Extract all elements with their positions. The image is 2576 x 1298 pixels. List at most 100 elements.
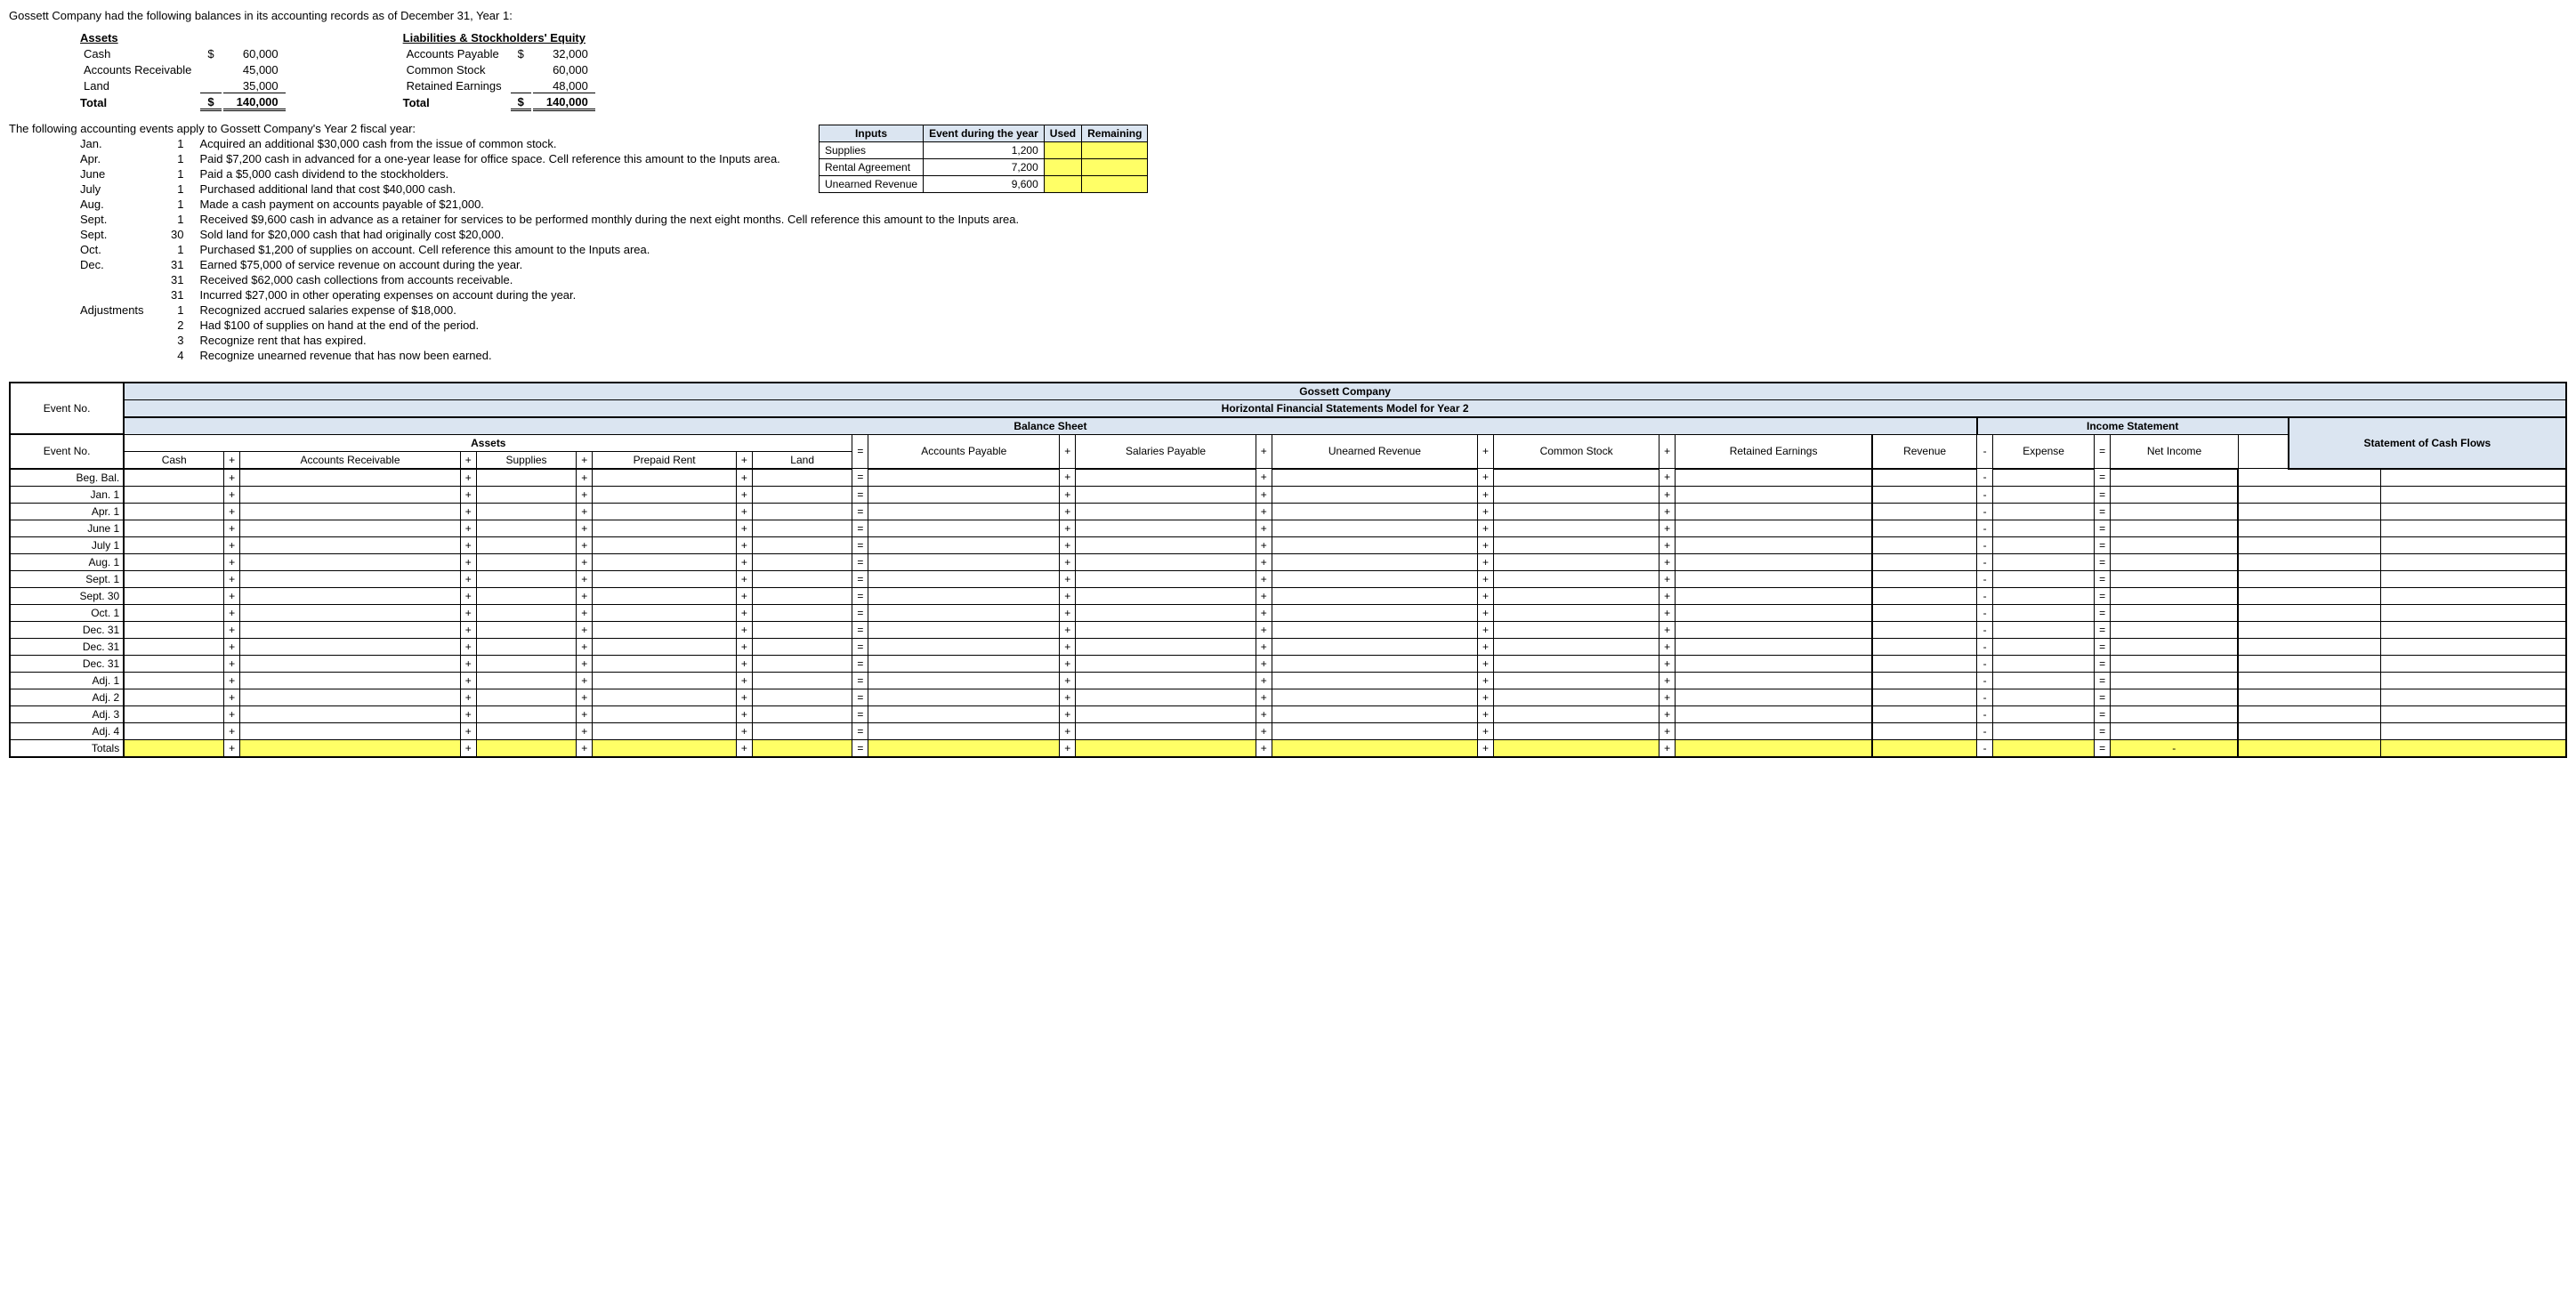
hfsm-cf2[interactable]: [2381, 570, 2566, 587]
hfsm-cell[interactable]: [240, 570, 461, 587]
hfsm-cell[interactable]: [1494, 553, 1659, 570]
hfsm-cell[interactable]: [1272, 503, 1477, 520]
hfsm-cell[interactable]: [868, 739, 1060, 757]
hfsm-cell[interactable]: [1272, 638, 1477, 655]
hfsm-cell[interactable]: [476, 520, 577, 536]
hfsm-ni[interactable]: -: [2111, 739, 2239, 757]
hfsm-exp[interactable]: [1993, 689, 2095, 705]
hfsm-ni[interactable]: [2111, 638, 2239, 655]
hfsm-cell[interactable]: [476, 570, 577, 587]
hfsm-cell[interactable]: [124, 672, 223, 689]
hfsm-cell[interactable]: [1272, 553, 1477, 570]
hfsm-cell[interactable]: [240, 536, 461, 553]
hfsm-rev[interactable]: [1872, 655, 1977, 672]
hfsm-rev[interactable]: [1872, 739, 1977, 757]
hfsm-cell[interactable]: [240, 486, 461, 503]
hfsm-cell[interactable]: [1494, 621, 1659, 638]
hfsm-cell[interactable]: [752, 621, 852, 638]
hfsm-cf1[interactable]: [2238, 553, 2380, 570]
hfsm-cell[interactable]: [124, 722, 223, 739]
hfsm-cell[interactable]: [593, 655, 737, 672]
hfsm-cell[interactable]: [1076, 587, 1256, 604]
hfsm-cell[interactable]: [1494, 486, 1659, 503]
hfsm-exp[interactable]: [1993, 469, 2095, 487]
hfsm-ni[interactable]: [2111, 655, 2239, 672]
hfsm-cell[interactable]: [1494, 469, 1659, 487]
hfsm-cell[interactable]: [1076, 621, 1256, 638]
hfsm-cf2[interactable]: [2381, 689, 2566, 705]
hfsm-cell[interactable]: [1076, 705, 1256, 722]
hfsm-cell[interactable]: [1494, 722, 1659, 739]
hfsm-cell[interactable]: [240, 553, 461, 570]
hfsm-exp[interactable]: [1993, 536, 2095, 553]
hfsm-cell[interactable]: [752, 638, 852, 655]
hfsm-cell[interactable]: [240, 705, 461, 722]
hfsm-cell[interactable]: [476, 672, 577, 689]
hfsm-cell[interactable]: [593, 536, 737, 553]
hfsm-rev[interactable]: [1872, 520, 1977, 536]
hfsm-cell[interactable]: [868, 655, 1060, 672]
hfsm-cell[interactable]: [240, 469, 461, 487]
hfsm-cell[interactable]: [124, 587, 223, 604]
hfsm-cf1[interactable]: [2238, 705, 2380, 722]
hfsm-cell[interactable]: [1494, 672, 1659, 689]
hfsm-cf1[interactable]: [2238, 536, 2380, 553]
hfsm-rev[interactable]: [1872, 672, 1977, 689]
hfsm-cell[interactable]: [1076, 503, 1256, 520]
hfsm-cell[interactable]: [240, 739, 461, 757]
hfsm-cell[interactable]: [1494, 689, 1659, 705]
hfsm-ni[interactable]: [2111, 570, 2239, 587]
hfsm-cell[interactable]: [593, 587, 737, 604]
hfsm-ni[interactable]: [2111, 520, 2239, 536]
hfsm-cell[interactable]: [752, 587, 852, 604]
hfsm-cell[interactable]: [1272, 486, 1477, 503]
hfsm-cell[interactable]: [1676, 520, 1872, 536]
hfsm-cell[interactable]: [593, 739, 737, 757]
hfsm-cell[interactable]: [1076, 638, 1256, 655]
hfsm-rev[interactable]: [1872, 638, 1977, 655]
hfsm-cf1[interactable]: [2238, 655, 2380, 672]
hfsm-exp[interactable]: [1993, 672, 2095, 689]
hfsm-cell[interactable]: [1676, 621, 1872, 638]
hfsm-ni[interactable]: [2111, 587, 2239, 604]
hfsm-cell[interactable]: [476, 553, 577, 570]
hfsm-exp[interactable]: [1993, 705, 2095, 722]
hfsm-cell[interactable]: [1494, 503, 1659, 520]
hfsm-cell[interactable]: [868, 705, 1060, 722]
hfsm-exp[interactable]: [1993, 655, 2095, 672]
hfsm-cf1[interactable]: [2238, 520, 2380, 536]
hfsm-cell[interactable]: [1676, 587, 1872, 604]
hfsm-cf2[interactable]: [2381, 604, 2566, 621]
hfsm-ni[interactable]: [2111, 722, 2239, 739]
hfsm-rev[interactable]: [1872, 689, 1977, 705]
hfsm-cf1[interactable]: [2238, 621, 2380, 638]
hfsm-cell[interactable]: [1076, 553, 1256, 570]
hfsm-cell[interactable]: [476, 739, 577, 757]
hfsm-rev[interactable]: [1872, 705, 1977, 722]
hfsm-cell[interactable]: [476, 503, 577, 520]
hfsm-cell[interactable]: [1272, 655, 1477, 672]
hfsm-cell[interactable]: [593, 621, 737, 638]
hfsm-cell[interactable]: [752, 503, 852, 520]
hfsm-cell[interactable]: [1494, 570, 1659, 587]
hfsm-rev[interactable]: [1872, 486, 1977, 503]
hfsm-cell[interactable]: [124, 570, 223, 587]
hfsm-cell[interactable]: [1076, 604, 1256, 621]
hfsm-rev[interactable]: [1872, 553, 1977, 570]
hfsm-cell[interactable]: [593, 638, 737, 655]
hfsm-cf1[interactable]: [2238, 689, 2380, 705]
hfsm-cell[interactable]: [1272, 520, 1477, 536]
hfsm-cell[interactable]: [124, 638, 223, 655]
hfsm-cell[interactable]: [593, 553, 737, 570]
hfsm-cell[interactable]: [240, 520, 461, 536]
hfsm-cell[interactable]: [124, 486, 223, 503]
hfsm-cell[interactable]: [1676, 536, 1872, 553]
hfsm-cell[interactable]: [593, 570, 737, 587]
hfsm-cell[interactable]: [1676, 570, 1872, 587]
hfsm-cell[interactable]: [1676, 739, 1872, 757]
hfsm-cf1[interactable]: [2238, 570, 2380, 587]
hfsm-cf2[interactable]: [2381, 553, 2566, 570]
hfsm-cell[interactable]: [1676, 672, 1872, 689]
hfsm-cell[interactable]: [1676, 655, 1872, 672]
hfsm-ni[interactable]: [2111, 553, 2239, 570]
